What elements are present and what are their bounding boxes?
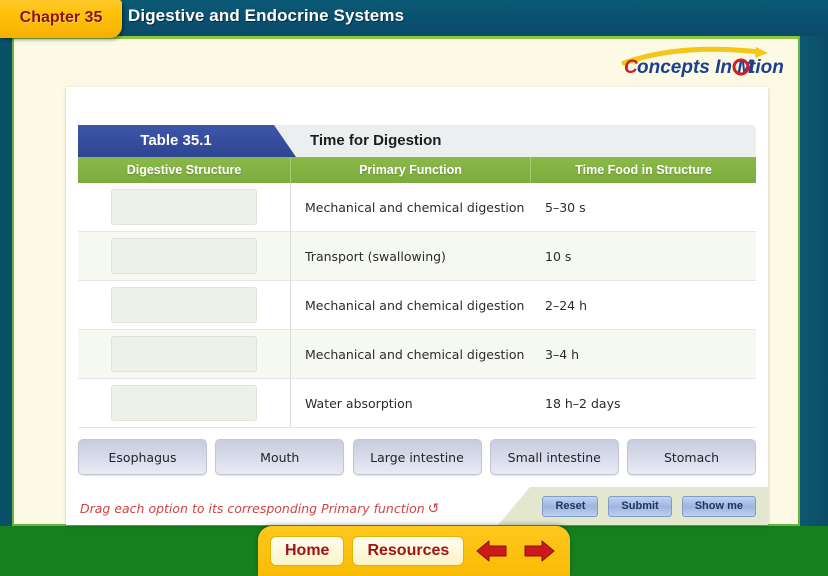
function-cell: Water absorption xyxy=(291,379,531,427)
function-text: Mechanical and chemical digestion xyxy=(305,199,525,215)
function-text: Water absorption xyxy=(305,395,413,411)
drop-zone[interactable] xyxy=(111,287,257,323)
drop-target-cell[interactable] xyxy=(78,281,291,329)
table-heading: Time for Digestion xyxy=(310,132,442,149)
table-column-headers: Digestive Structure Primary Function Tim… xyxy=(78,157,756,183)
instruction-text: Drag each option to its corresponding Pr… xyxy=(80,501,439,517)
lesson-stage: Digestive and Endocrine Systems Chapter … xyxy=(0,0,828,576)
title-bar: Digestive and Endocrine Systems xyxy=(0,0,828,36)
time-cell: 3–4 h xyxy=(531,330,756,378)
function-cell: Mechanical and chemical digestion xyxy=(291,330,531,378)
drop-target-cell[interactable] xyxy=(78,232,291,280)
reset-button[interactable]: Reset xyxy=(542,496,599,517)
svg-text:C: C xyxy=(624,57,638,78)
drop-target-cell[interactable] xyxy=(78,379,291,427)
chapter-tab: Chapter 35 xyxy=(0,0,122,38)
function-cell: Mechanical and chemical digestion xyxy=(291,281,531,329)
activity-footer: Drag each option to its corresponding Pr… xyxy=(66,487,768,525)
drop-target-cell[interactable] xyxy=(78,330,291,378)
bottom-navigation-bar: Home Resources xyxy=(258,526,570,576)
time-cell: 5–30 s xyxy=(531,183,756,231)
home-button[interactable]: Home xyxy=(270,536,345,566)
show-me-button[interactable]: Show me xyxy=(681,496,756,517)
time-text: 3–4 h xyxy=(545,346,580,362)
table-row: Mechanical and chemical digestion 5–30 s xyxy=(78,183,756,232)
time-text: 2–24 h xyxy=(545,297,588,313)
function-text: Mechanical and chemical digestion xyxy=(305,346,525,362)
draggable-options: Esophagus Mouth Large intestine Small in… xyxy=(78,439,756,475)
resources-button[interactable]: Resources xyxy=(352,536,465,566)
left-frame-band xyxy=(0,36,12,526)
option-chip-esophagus[interactable]: Esophagus xyxy=(78,439,207,475)
function-cell: Transport (swallowing) xyxy=(291,232,531,280)
drop-zone[interactable] xyxy=(111,189,257,225)
drop-zone[interactable] xyxy=(111,385,257,421)
function-cell: Mechanical and chemical digestion xyxy=(291,183,531,231)
function-text: Transport (swallowing) xyxy=(305,248,446,264)
submit-button[interactable]: Submit xyxy=(608,496,672,517)
option-chip-stomach[interactable]: Stomach xyxy=(627,439,756,475)
page-title: Digestive and Endocrine Systems xyxy=(128,6,405,25)
table-row: Mechanical and chemical digestion 3–4 h xyxy=(78,330,756,379)
svg-text:tion: tion xyxy=(749,57,784,78)
drop-zone[interactable] xyxy=(111,336,257,372)
time-cell: 18 h–2 days xyxy=(531,379,756,427)
chapter-label: Chapter 35 xyxy=(19,9,103,26)
drop-zone[interactable] xyxy=(111,238,257,274)
table-title-strip: Table 35.1 Time for Digestion xyxy=(78,125,756,157)
table-row: Transport (swallowing) 10 s xyxy=(78,232,756,281)
function-text: Mechanical and chemical digestion xyxy=(305,297,525,313)
option-chip-mouth[interactable]: Mouth xyxy=(215,439,345,475)
option-chip-large-intestine[interactable]: Large intestine xyxy=(352,439,482,475)
column-header-function: Primary Function xyxy=(291,157,531,183)
back-arrow-icon[interactable] xyxy=(472,535,511,567)
concepts-in-motion-logo: C oncepts In M tion xyxy=(610,43,794,79)
time-cell: 2–24 h xyxy=(531,281,756,329)
replay-loop-icon[interactable]: ↺ xyxy=(428,501,440,517)
action-buttons: Reset Submit Show me xyxy=(542,496,756,517)
table-number-tag: Table 35.1 xyxy=(78,125,296,157)
time-cell: 10 s xyxy=(531,232,756,280)
table-row: Mechanical and chemical digestion 2–24 h xyxy=(78,281,756,330)
time-text: 18 h–2 days xyxy=(545,395,621,411)
instruction-label: Drag each option to its corresponding Pr… xyxy=(80,501,425,516)
right-frame-band xyxy=(800,36,828,526)
time-text: 10 s xyxy=(545,248,572,264)
column-header-time: Time Food in Structure xyxy=(531,157,756,183)
time-text: 5–30 s xyxy=(545,199,586,215)
table-body: Mechanical and chemical digestion 5–30 s… xyxy=(78,183,756,428)
column-header-structure: Digestive Structure xyxy=(78,157,291,183)
forward-arrow-icon[interactable] xyxy=(519,535,558,567)
content-page: C oncepts In M tion Table 35.1 Time for … xyxy=(12,36,800,526)
drop-target-cell[interactable] xyxy=(78,183,291,231)
option-chip-small-intestine[interactable]: Small intestine xyxy=(489,439,619,475)
table-row: Water absorption 18 h–2 days xyxy=(78,379,756,428)
activity-card: Table 35.1 Time for Digestion Digestive … xyxy=(66,87,768,525)
